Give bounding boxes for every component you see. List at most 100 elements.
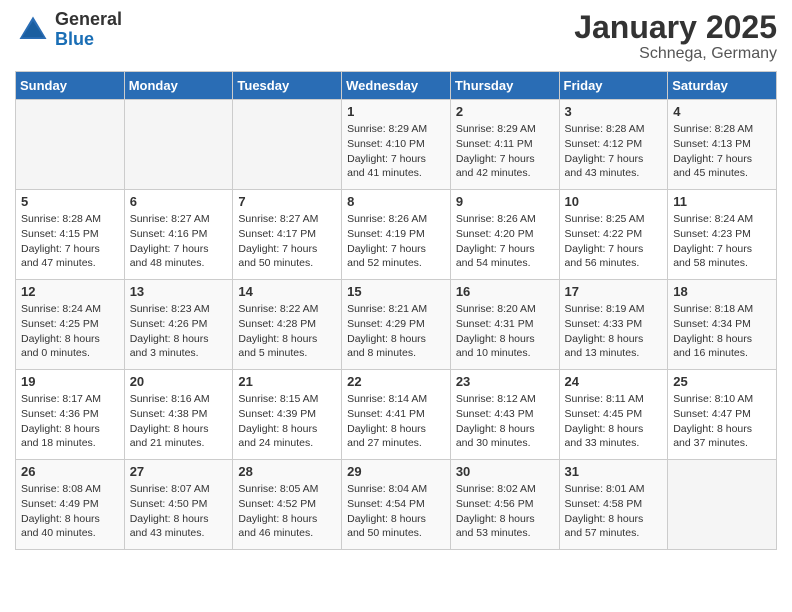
day-number: 29 [347,464,445,479]
calendar-cell: 15Sunrise: 8:21 AM Sunset: 4:29 PM Dayli… [342,280,451,370]
calendar-cell: 2 Sunrise: 8:29 AM Sunset: 4:11 PM Daylig… [450,100,559,190]
calendar-cell: 31 Sunrise: 8:01 AM Sunset: 4:58 PM Dayli… [559,460,668,550]
calendar-cell: 23 Sunrise: 8:12 AM Sunset: 4:43 PM Dayli… [450,370,559,460]
calendar-cell: 28 Sunrise: 8:05 AM Sunset: 4:52 PM Dayli… [233,460,342,550]
day-number: 7 [238,194,336,209]
day-info: Sunrise: 8:20 AM Sunset: 4:31 PM Dayligh… [456,302,554,361]
calendar-cell: 4 Sunrise: 8:28 AM Sunset: 4:13 PM Daylig… [668,100,777,190]
calendar-cell: 8 Sunrise: 8:26 AM Sunset: 4:19 PM Daylig… [342,190,451,280]
day-info: Sunrise: 8:19 AM Sunset: 4:33 PM Dayligh… [565,302,663,361]
day-number: 12 [21,284,119,299]
day-number: 4 [673,104,771,119]
calendar-cell: 10 Sunrise: 8:25 AM Sunset: 4:22 PM Dayli… [559,190,668,280]
calendar-week-2: 5Sunrise: 8:28 AM Sunset: 4:15 PM Daylig… [16,190,777,280]
calendar-cell: 16 Sunrise: 8:20 AM Sunset: 4:31 PM Dayli… [450,280,559,370]
day-number: 30 [456,464,554,479]
calendar-table: SundayMondayTuesdayWednesdayThursdayFrid… [15,71,777,550]
day-number: 19 [21,374,119,389]
day-number: 1 [347,104,445,119]
calendar-cell: 7 Sunrise: 8:27 AM Sunset: 4:17 PM Daylig… [233,190,342,280]
day-number: 22 [347,374,445,389]
day-number: 14 [238,284,336,299]
day-info: Sunrise: 8:12 AM Sunset: 4:43 PM Dayligh… [456,392,554,451]
calendar-title: January 2025 [574,10,777,45]
calendar-cell: 24Sunrise: 8:11 AM Sunset: 4:45 PM Dayli… [559,370,668,460]
calendar-week-4: 19 Sunrise: 8:17 AM Sunset: 4:36 PM Dayli… [16,370,777,460]
day-info: Sunrise: 8:23 AM Sunset: 4:26 PM Dayligh… [130,302,228,361]
day-number: 18 [673,284,771,299]
day-number: 28 [238,464,336,479]
day-info: Sunrise: 8:17 AM Sunset: 4:36 PM Dayligh… [21,392,119,451]
calendar-cell: 22Sunrise: 8:14 AM Sunset: 4:41 PM Dayli… [342,370,451,460]
calendar-cell: 20 Sunrise: 8:16 AM Sunset: 4:38 PM Dayli… [124,370,233,460]
day-info: Sunrise: 8:18 AM Sunset: 4:34 PM Dayligh… [673,302,771,361]
header-cell-wednesday: Wednesday [342,72,451,100]
day-info: Sunrise: 8:22 AM Sunset: 4:28 PM Dayligh… [238,302,336,361]
day-number: 3 [565,104,663,119]
calendar-cell: 25Sunrise: 8:10 AM Sunset: 4:47 PM Dayli… [668,370,777,460]
day-number: 13 [130,284,228,299]
title-block: January 2025 Schnega, Germany [574,10,777,63]
day-info: Sunrise: 8:29 AM Sunset: 4:10 PM Dayligh… [347,122,445,181]
day-number: 27 [130,464,228,479]
header-cell-thursday: Thursday [450,72,559,100]
calendar-cell: 6 Sunrise: 8:27 AM Sunset: 4:16 PM Daylig… [124,190,233,280]
calendar-cell: 11 Sunrise: 8:24 AM Sunset: 4:23 PM Dayli… [668,190,777,280]
calendar-cell [233,100,342,190]
calendar-cell [124,100,233,190]
calendar-cell: 21Sunrise: 8:15 AM Sunset: 4:39 PM Dayli… [233,370,342,460]
calendar-cell [16,100,125,190]
calendar-cell: 29 Sunrise: 8:04 AM Sunset: 4:54 PM Dayli… [342,460,451,550]
day-info: Sunrise: 8:21 AM Sunset: 4:29 PM Dayligh… [347,302,445,361]
calendar-cell: 17 Sunrise: 8:19 AM Sunset: 4:33 PM Dayli… [559,280,668,370]
calendar-cell: 18 Sunrise: 8:18 AM Sunset: 4:34 PM Dayli… [668,280,777,370]
day-number: 9 [456,194,554,209]
calendar-location: Schnega, Germany [574,45,777,63]
day-info: Sunrise: 8:28 AM Sunset: 4:15 PM Dayligh… [21,212,119,271]
day-info: Sunrise: 8:27 AM Sunset: 4:16 PM Dayligh… [130,212,228,271]
header-cell-saturday: Saturday [668,72,777,100]
header-cell-friday: Friday [559,72,668,100]
calendar-cell: 14 Sunrise: 8:22 AM Sunset: 4:28 PM Dayli… [233,280,342,370]
day-number: 11 [673,194,771,209]
day-info: Sunrise: 8:29 AM Sunset: 4:11 PM Dayligh… [456,122,554,181]
calendar-header: SundayMondayTuesdayWednesdayThursdayFrid… [16,72,777,100]
calendar-cell: 30Sunrise: 8:02 AM Sunset: 4:56 PM Dayli… [450,460,559,550]
day-info: Sunrise: 8:05 AM Sunset: 4:52 PM Dayligh… [238,482,336,541]
calendar-cell: 26 Sunrise: 8:08 AM Sunset: 4:49 PM Dayli… [16,460,125,550]
day-number: 10 [565,194,663,209]
day-info: Sunrise: 8:26 AM Sunset: 4:20 PM Dayligh… [456,212,554,271]
day-number: 24 [565,374,663,389]
day-info: Sunrise: 8:16 AM Sunset: 4:38 PM Dayligh… [130,392,228,451]
day-info: Sunrise: 8:26 AM Sunset: 4:19 PM Dayligh… [347,212,445,271]
header-cell-monday: Monday [124,72,233,100]
page-header: General Blue January 2025 Schnega, Germa… [15,10,777,63]
day-number: 6 [130,194,228,209]
day-info: Sunrise: 8:24 AM Sunset: 4:23 PM Dayligh… [673,212,771,271]
day-info: Sunrise: 8:25 AM Sunset: 4:22 PM Dayligh… [565,212,663,271]
calendar-week-5: 26 Sunrise: 8:08 AM Sunset: 4:49 PM Dayli… [16,460,777,550]
day-number: 8 [347,194,445,209]
day-info: Sunrise: 8:28 AM Sunset: 4:13 PM Dayligh… [673,122,771,181]
calendar-cell: 13 Sunrise: 8:23 AM Sunset: 4:26 PM Dayli… [124,280,233,370]
day-info: Sunrise: 8:10 AM Sunset: 4:47 PM Dayligh… [673,392,771,451]
header-row: SundayMondayTuesdayWednesdayThursdayFrid… [16,72,777,100]
day-info: Sunrise: 8:27 AM Sunset: 4:17 PM Dayligh… [238,212,336,271]
logo-general-text: General [55,10,122,30]
calendar-week-1: 1 Sunrise: 8:29 AM Sunset: 4:10 PM Daylig… [16,100,777,190]
day-number: 21 [238,374,336,389]
logo-blue-text: Blue [55,30,122,50]
day-number: 31 [565,464,663,479]
day-number: 16 [456,284,554,299]
logo: General Blue [15,10,122,50]
header-cell-tuesday: Tuesday [233,72,342,100]
day-number: 17 [565,284,663,299]
day-info: Sunrise: 8:08 AM Sunset: 4:49 PM Dayligh… [21,482,119,541]
day-info: Sunrise: 8:04 AM Sunset: 4:54 PM Dayligh… [347,482,445,541]
day-number: 26 [21,464,119,479]
day-info: Sunrise: 8:01 AM Sunset: 4:58 PM Dayligh… [565,482,663,541]
day-number: 20 [130,374,228,389]
day-number: 2 [456,104,554,119]
calendar-cell: 5Sunrise: 8:28 AM Sunset: 4:15 PM Daylig… [16,190,125,280]
day-number: 23 [456,374,554,389]
